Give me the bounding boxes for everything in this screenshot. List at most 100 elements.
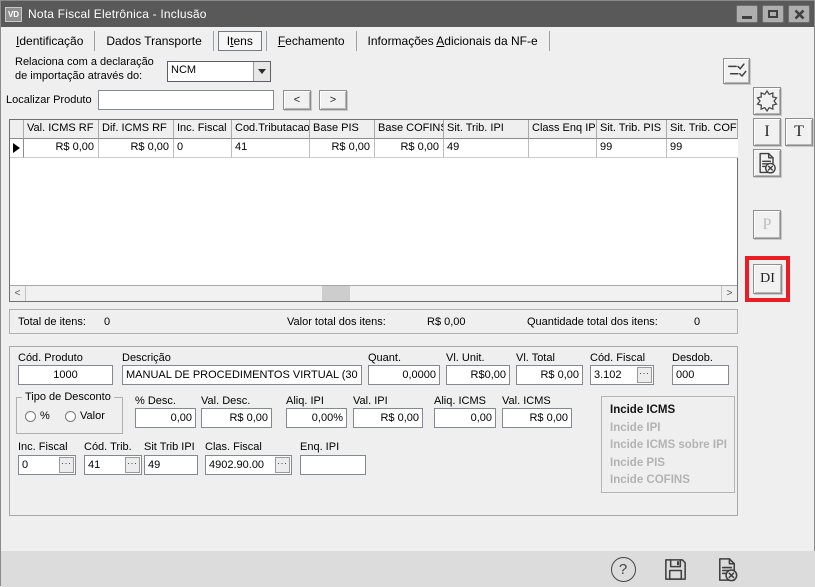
clas-fiscal-label: Clas. Fiscal [205,441,262,453]
minimize-button[interactable] [736,5,758,23]
radio-icon [25,411,36,422]
column-header[interactable]: Class Enq IPI [529,120,597,139]
save-button[interactable] [661,555,689,583]
table-cell: R$ 0,00 [310,139,375,158]
sit-trib-ipi-label: Sit Trib IPI [144,441,195,453]
table-row[interactable]: R$ 0,00 R$ 0,00 0 41 R$ 0,00 R$ 0,00 49 … [10,139,737,158]
tab-identificacao[interactable]: Identificação [5,31,94,51]
next-product-button[interactable]: > [319,90,347,110]
table-header-row: Val. ICMS RF Dif. ICMS RF Inc. Fiscal Co… [10,120,737,139]
val-icms-input[interactable] [502,408,572,428]
cod-fiscal-label: Cód. Fiscal [590,352,645,364]
tab-separator [549,31,550,51]
aliq-icms-label: Aliq. ICMS [434,395,486,407]
combobox-dropdown-button[interactable] [253,62,270,81]
help-icon: ? [611,557,636,582]
incide-panel: Incide ICMS Incide IPI Incide ICMS sobre… [601,396,735,493]
column-header[interactable]: Dif. ICMS RF [99,120,174,139]
aliq-icms-input[interactable] [434,408,496,428]
tab-itens[interactable]: Itens [218,31,262,51]
cancel-button[interactable] [713,555,741,583]
desdob-input[interactable] [672,365,729,385]
cod-fiscal-field[interactable]: 3.102 ... [590,365,654,385]
cod-fiscal-lookup-button[interactable]: ... [637,367,652,383]
clas-fiscal-field[interactable]: 4902.90.00 ... [205,455,292,475]
column-header[interactable]: Val. ICMS RF [24,120,99,139]
quant-label: Quant. [368,352,401,364]
horizontal-scrollbar[interactable]: < > [10,285,737,301]
inc-fiscal-label: Inc. Fiscal [18,441,68,453]
checklist-button[interactable] [723,58,750,84]
app-icon: VD [5,7,22,22]
table-cell: R$ 0,00 [24,139,99,158]
descricao-label: Descrição [122,352,171,364]
total-items-value: 0 [104,316,110,328]
enq-ipi-input[interactable] [300,455,366,475]
quant-input[interactable] [368,365,440,385]
tab-dados-transporte[interactable]: Dados Transporte [95,31,212,51]
cod-produto-input[interactable] [18,365,113,385]
star-button[interactable] [753,87,781,115]
pct-desc-input[interactable] [135,408,196,428]
item-form: Cód. Produto Descrição Quant. Vl. Unit. … [9,346,738,516]
tab-informacoes-adicionais[interactable]: Informações Adicionais da NF-e [357,31,549,51]
table-cell: 0 [174,139,232,158]
close-button[interactable] [788,5,810,23]
relaciona-combobox[interactable]: NCM [167,61,271,82]
val-desc-input[interactable] [201,408,272,428]
vl-total-input[interactable] [516,365,583,385]
column-header[interactable]: Base COFINS [375,120,444,139]
table-cell [529,139,597,158]
scroll-left-button[interactable]: < [10,286,26,301]
table-cell: 41 [232,139,310,158]
tipo-desconto-groupbox: Tipo de Desconto % Valor [16,397,123,434]
table-cell: 99 [667,139,738,158]
desdob-label: Desdob. [672,352,713,364]
save-icon [662,556,689,583]
vl-unit-input[interactable] [446,365,510,385]
cancel-document-button[interactable] [753,149,781,177]
total-value-value: R$ 0,00 [427,316,466,328]
dialog-window: VD Nota Fiscal Eletrônica - Inclusão Ide… [0,0,815,586]
column-header[interactable]: Inc. Fiscal [174,120,232,139]
inc-fiscal-field[interactable]: 0 ... [18,455,76,475]
previous-product-button[interactable]: < [283,90,311,110]
scrollbar-thumb[interactable] [322,286,350,301]
radio-valor[interactable]: Valor [65,410,105,422]
text-button[interactable]: T [785,118,813,146]
cod-trib-lookup-button[interactable]: ... [125,457,140,473]
bottom-action-bar: ? [1,551,815,587]
close-icon [794,9,805,20]
column-header[interactable]: Sit. Trib. IPI [444,120,529,139]
sit-trib-ipi-input[interactable] [144,455,198,475]
column-header[interactable]: Sit. Trib. PIS [597,120,667,139]
cod-trib-label: Cód. Trib. [84,441,132,453]
radio-icon [65,411,76,422]
column-header[interactable]: Cod.Tributacao [232,120,310,139]
enq-ipi-label: Enq. IPI [300,441,339,453]
di-button[interactable]: DI [753,264,782,294]
localizar-produto-input[interactable] [98,90,274,110]
document-x-icon [714,556,741,583]
cod-trib-value: 41 [85,459,125,471]
cod-trib-field[interactable]: 41 ... [84,455,142,475]
descricao-input[interactable] [122,365,362,385]
clas-fiscal-lookup-button[interactable]: ... [275,457,290,473]
tab-bar: Identificação Dados Transporte Itens Fec… [5,29,550,52]
clas-fiscal-value: 4902.90.00 [206,459,275,471]
italic-button[interactable]: I [753,118,781,146]
tab-fechamento[interactable]: Fechamento [267,31,356,51]
scroll-right-button[interactable]: > [721,286,737,301]
incide-pis-status: Incide PIS [610,455,734,473]
inc-fiscal-lookup-button[interactable]: ... [59,457,74,473]
maximize-icon [768,10,778,18]
help-button[interactable]: ? [609,555,637,583]
aliq-ipi-input[interactable] [286,408,347,428]
table-empty-area [10,158,737,285]
maximize-button[interactable] [762,5,784,23]
radio-percent[interactable]: % [25,410,50,422]
val-ipi-input[interactable] [353,408,423,428]
column-header[interactable]: Sit. Trib. COF [667,120,738,139]
column-header[interactable]: Base PIS [310,120,375,139]
items-table: Val. ICMS RF Dif. ICMS RF Inc. Fiscal Co… [9,119,738,302]
